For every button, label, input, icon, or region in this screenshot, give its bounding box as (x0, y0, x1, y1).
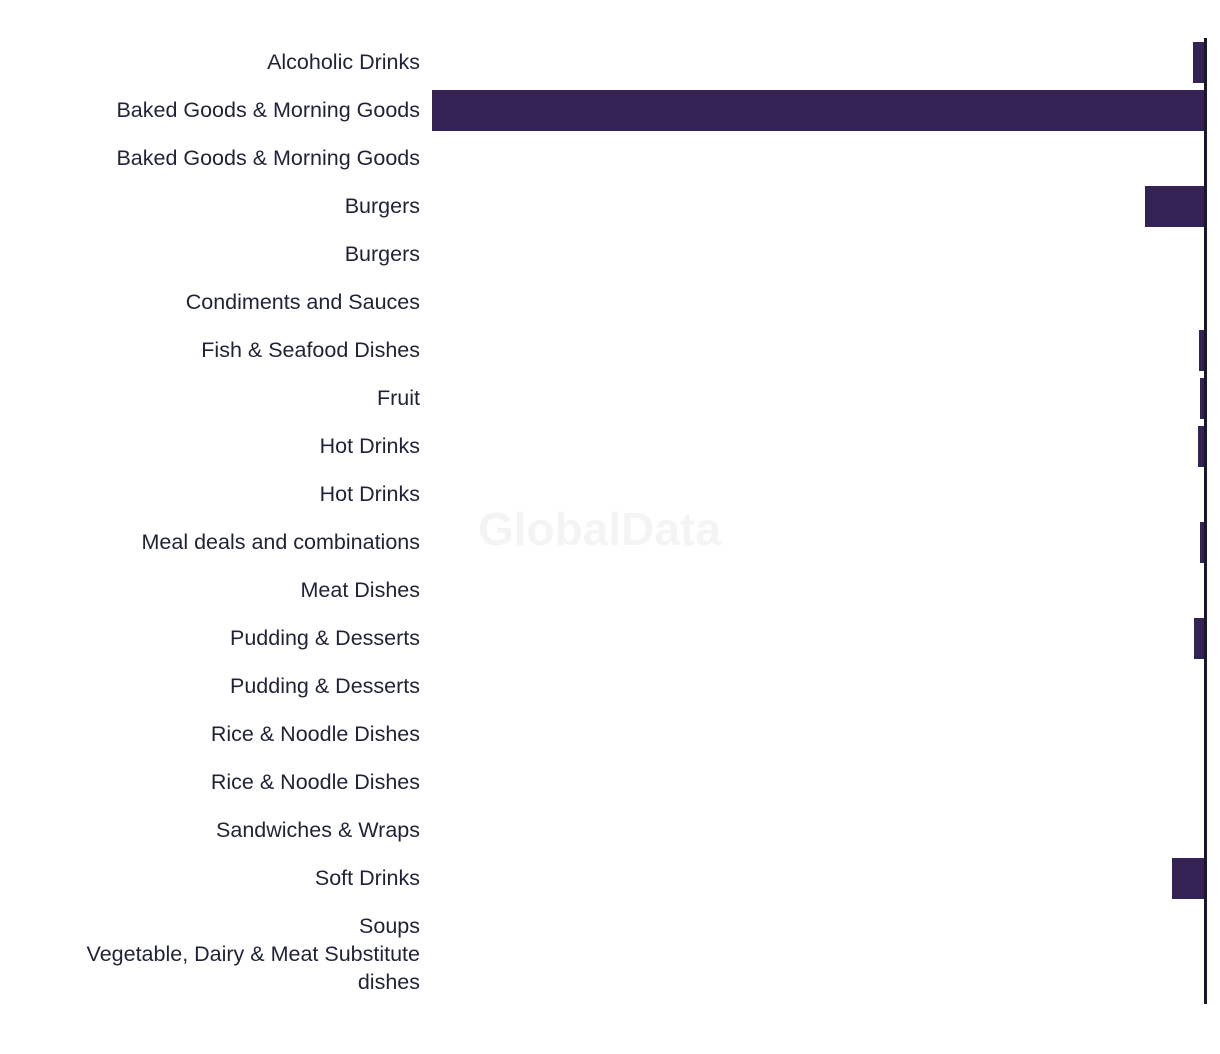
chart-row: Meal deals and combinations (0, 518, 1220, 566)
chart-row: Meat Dishes (0, 566, 1220, 614)
category-label: Burgers (344, 194, 420, 218)
category-label: Baked Goods & Morning Goods (116, 146, 420, 170)
category-label: Rice & Noodle Dishes (210, 770, 420, 794)
chart-row: Sandwiches & Wraps (0, 806, 1220, 854)
category-label: Sandwiches & Wraps (216, 818, 420, 842)
category-label: Soft Drinks (314, 866, 420, 890)
category-label: Pudding & Desserts (229, 674, 420, 698)
chart-row: Burgers (0, 182, 1220, 230)
category-label: Alcoholic Drinks (267, 50, 420, 74)
chart-row: Rice & Noodle Dishes (0, 758, 1220, 806)
category-label: Pudding & Desserts (229, 626, 420, 650)
chart-row: Baked Goods & Morning Goods (0, 134, 1220, 182)
category-label: Hot Drinks (319, 434, 420, 458)
category-label: Burgers (344, 242, 420, 266)
chart-row: Alcoholic Drinks (0, 38, 1220, 86)
category-label: Fish & Seafood Dishes (201, 338, 420, 362)
bar[interactable] (432, 90, 1205, 131)
value-axis-line (1204, 38, 1207, 1004)
chart-row: Vegetable, Dairy & Meat Substitute dishe… (0, 942, 1220, 994)
category-label: Baked Goods & Morning Goods (116, 98, 420, 122)
category-label: Fruit (377, 386, 420, 410)
category-label: Condiments and Sauces (185, 290, 420, 314)
category-label: Meat Dishes (300, 578, 421, 602)
chart-row: Pudding & Desserts (0, 662, 1220, 710)
bar[interactable] (1172, 858, 1205, 899)
category-label: Soups (359, 914, 420, 938)
chart-row: Rice & Noodle Dishes (0, 710, 1220, 758)
category-label: Vegetable, Dairy & Meat Substitute dishe… (86, 942, 420, 995)
chart-row: Baked Goods & Morning Goods (0, 86, 1220, 134)
chart-row: Burgers (0, 230, 1220, 278)
chart-row: Hot Drinks (0, 422, 1220, 470)
chart-row: Fish & Seafood Dishes (0, 326, 1220, 374)
horizontal-bar-chart: GlobalData Alcoholic Drinks Baked Goods &… (0, 0, 1220, 1054)
plot-area: Alcoholic Drinks Baked Goods & Morning Go… (0, 0, 1220, 1054)
chart-row: Soft Drinks (0, 854, 1220, 902)
category-label: Meal deals and combinations (141, 530, 420, 554)
chart-row: Condiments and Sauces (0, 278, 1220, 326)
bar[interactable] (1145, 186, 1205, 227)
category-label: Rice & Noodle Dishes (210, 722, 420, 746)
chart-row: Fruit (0, 374, 1220, 422)
chart-row: Pudding & Desserts (0, 614, 1220, 662)
chart-row: Hot Drinks (0, 470, 1220, 518)
category-label: Hot Drinks (319, 482, 420, 506)
